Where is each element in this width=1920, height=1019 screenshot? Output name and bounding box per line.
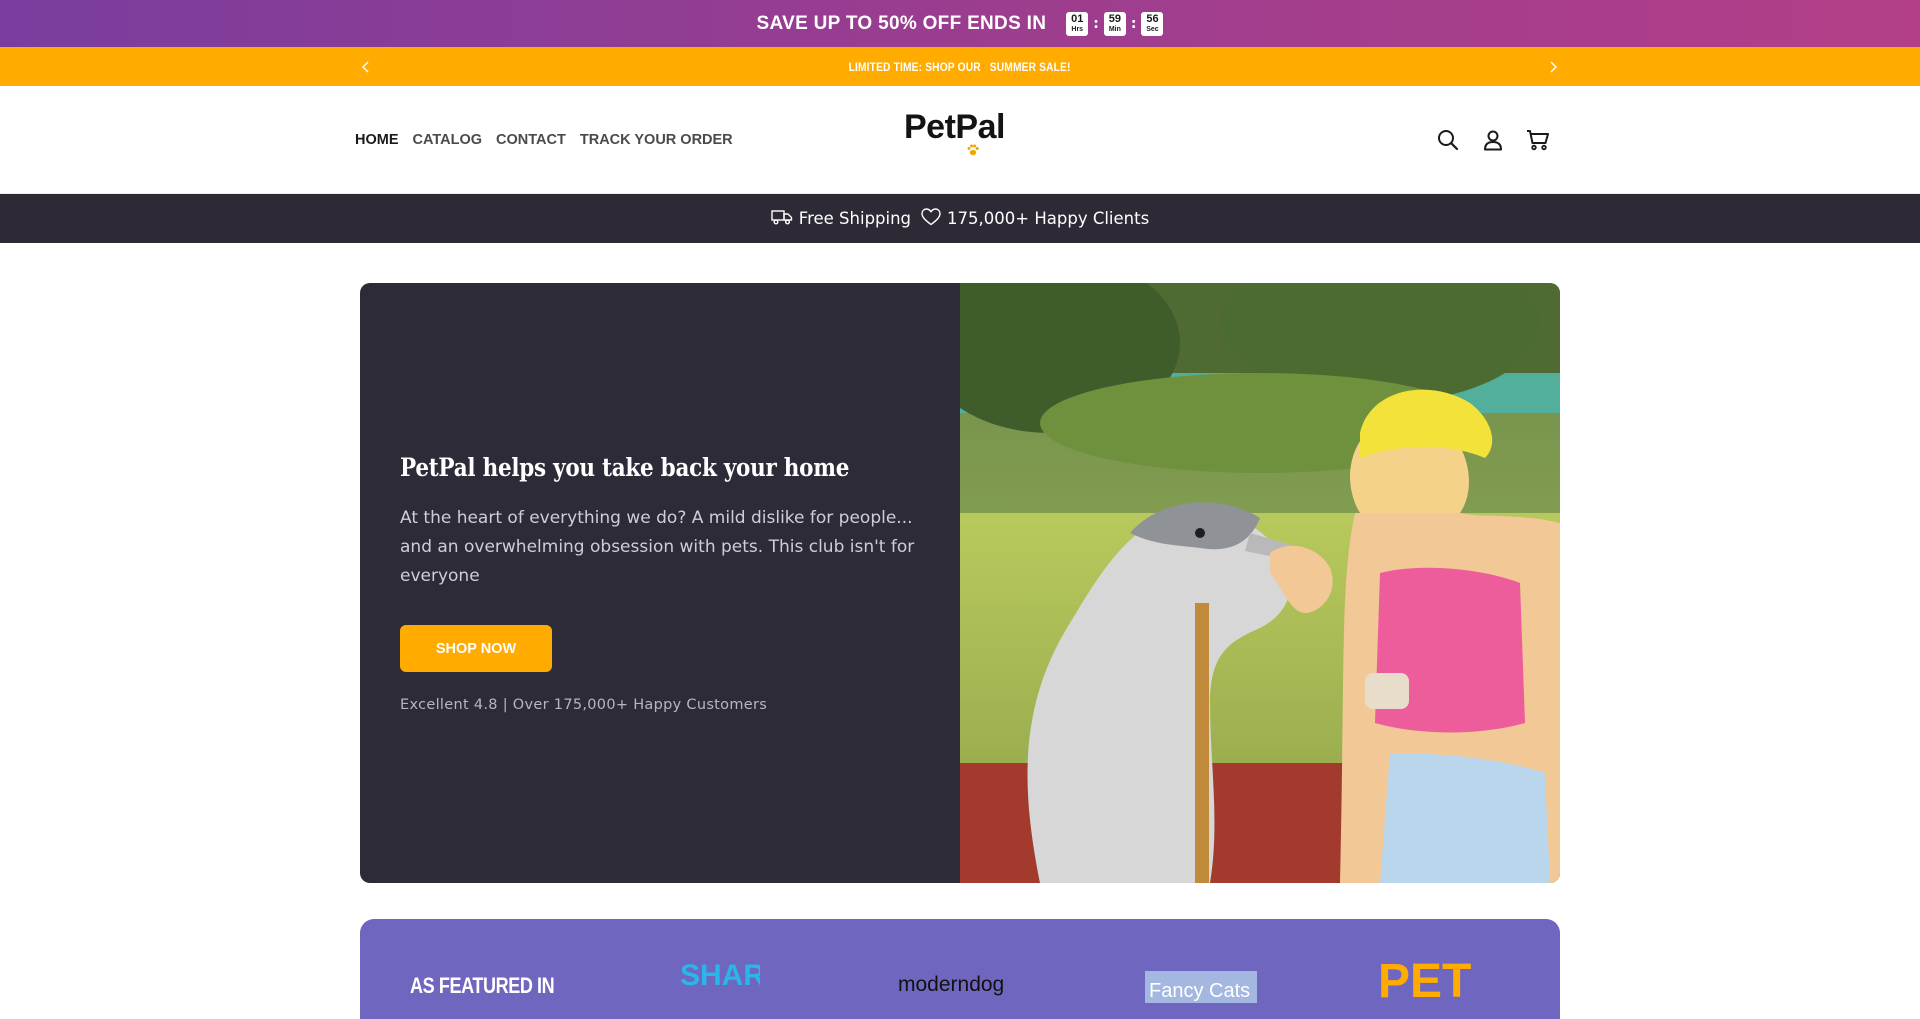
chevron-right-icon[interactable] [1543, 57, 1563, 77]
shop-now-button[interactable]: SHOP NOW [400, 625, 552, 672]
trust-bar: Free Shipping 175,000+ Happy Clients [0, 194, 1920, 243]
hero-photo-illustration [960, 283, 1560, 883]
search-icon[interactable] [1436, 128, 1460, 152]
promo-text: SAVE UP TO 50% OFF ENDS IN [756, 12, 1047, 34]
hero-title: PetPal helps you take back your home [400, 453, 850, 482]
nav-contact[interactable]: CONTACT [496, 132, 566, 148]
timer-minutes: 59 Min [1103, 11, 1126, 36]
timer-hours: 01 Hrs [1066, 11, 1089, 36]
main-nav: HOME CATALOG CONTACT TRACK YOUR ORDER [355, 132, 733, 148]
hero-content: PetPal helps you take back your home At … [360, 283, 960, 883]
nav-track-order[interactable]: TRACK YOUR ORDER [580, 132, 733, 148]
nav-home[interactable]: HOME [355, 132, 399, 148]
announcement-text[interactable]: LIMITED TIME: SHOP OUR SUMMER SALE! [849, 60, 1071, 74]
timer-separator: : [1130, 15, 1137, 32]
trust-clients: 175,000+ Happy Clients [921, 207, 1150, 230]
shark-tank-logo: SHARK [680, 955, 787, 999]
hero-section: PetPal helps you take back your home At … [360, 283, 1560, 883]
pet-logo-text: PET [1378, 955, 1471, 1003]
featured-in-section: AS FEATURED IN SHARK moderndog Fancy Cat… [360, 919, 1560, 1019]
trust-shipping-text: Free Shipping [798, 209, 912, 228]
pet-logo: PET [1378, 953, 1508, 1008]
timer-seconds: 56 Sec [1141, 11, 1164, 36]
truck-icon [771, 209, 793, 229]
announcement-bar: LIMITED TIME: SHOP OUR SUMMER SALE! [0, 47, 1920, 86]
heart-icon [921, 207, 941, 230]
paw-icon [966, 142, 980, 161]
chevron-left-icon[interactable] [356, 57, 376, 77]
logo-text: PetPal [904, 108, 1005, 146]
countdown-promo-bar: SAVE UP TO 50% OFF ENDS IN 01 Hrs : 59 M… [0, 0, 1920, 47]
fancy-cats-logo: Fancy Cats [1145, 963, 1260, 1007]
trust-shipping: Free Shipping [771, 209, 911, 229]
hero-description: At the heart of everything we do? A mild… [400, 508, 915, 586]
hero-rating: Excellent 4.8 | Over 175,000+ Happy Cust… [400, 697, 768, 713]
nav-catalog[interactable]: CATALOG [413, 132, 483, 148]
site-header: HOME CATALOG CONTACT TRACK YOUR ORDER Pe… [0, 86, 1920, 194]
fancy-cats-logo-text: Fancy Cats [1149, 980, 1250, 1002]
timer-separator: : [1093, 15, 1099, 32]
hero-image [960, 283, 1560, 883]
moderndog-logo: moderndog [898, 969, 1028, 1003]
trust-clients-text: 175,000+ Happy Clients [947, 209, 1150, 228]
site-logo[interactable]: PetPal [904, 108, 1005, 156]
account-icon[interactable] [1481, 128, 1505, 152]
header-actions [1436, 128, 1550, 152]
cart-icon[interactable] [1526, 128, 1550, 152]
countdown-timer: 01 Hrs : 59 Min : 56 Sec [1066, 11, 1164, 36]
featured-title: AS FEATURED IN [410, 973, 555, 998]
shark-logo-text: SHARK [680, 959, 760, 992]
